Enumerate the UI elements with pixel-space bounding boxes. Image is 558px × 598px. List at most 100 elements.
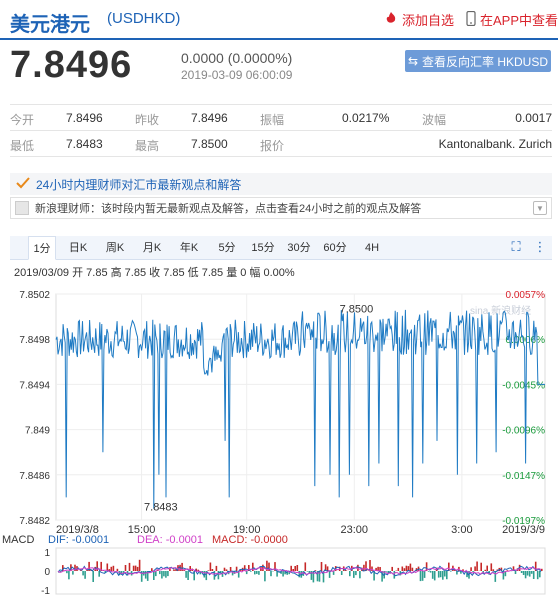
avatar <box>15 201 29 215</box>
amplitude-label: 振幅 <box>260 113 285 127</box>
tab-4h[interactable]: 4H <box>360 236 384 260</box>
macd-bar <box>153 571 155 580</box>
price-chart[interactable]: sina 新浪财经 7.85027.84987.84947.8497.84867… <box>0 284 558 598</box>
macd-bar <box>423 571 426 578</box>
open-in-app-button[interactable]: 在APP中查看 <box>466 10 558 29</box>
pct-tick-label: -0.0147% <box>502 471 545 482</box>
macd-bar <box>526 571 529 576</box>
macd-bar <box>173 569 175 571</box>
macd-bar <box>411 567 414 571</box>
stats-row-1: 今开 7.8496 昨收 7.8496 振幅 0.0217% 波幅 0.0017 <box>10 105 552 131</box>
reverse-rate-label: 查看反向汇率 HKDUSD <box>422 54 549 69</box>
macd-bar <box>262 564 264 571</box>
expand-icon[interactable]: ▼ <box>533 201 547 215</box>
macd-bar <box>270 571 272 577</box>
macd-bar <box>282 571 284 577</box>
reverse-rate-button[interactable]: ⇆ 查看反向汇率 HKDUSD <box>405 50 551 72</box>
macd-bar <box>363 564 365 571</box>
macd-bar <box>357 564 359 571</box>
wave-value: 0.0017 <box>515 111 552 125</box>
tab-30min[interactable]: 30分 <box>286 236 312 260</box>
tab-year[interactable]: 年K <box>177 236 201 260</box>
macd-bar <box>294 566 296 571</box>
macd-bar <box>490 563 493 571</box>
macd-bar <box>92 571 94 582</box>
macd-bar <box>225 569 228 571</box>
add-favorite-button[interactable]: 添加自选 <box>384 10 454 29</box>
macd-bar <box>328 571 331 578</box>
open-label: 今开 <box>10 113 35 127</box>
tab-day[interactable]: 日K <box>66 236 90 260</box>
macd-bar <box>167 571 169 577</box>
wave-label: 波幅 <box>422 113 447 127</box>
macd-dea-value: DEA: -0.0001 <box>137 534 203 546</box>
low-label: 最低 <box>10 139 35 153</box>
macd-bar <box>359 571 361 579</box>
macd-bar <box>355 571 357 576</box>
tab-15min[interactable]: 15分 <box>250 236 276 260</box>
macd-bar <box>72 571 74 575</box>
low-annotation: 7.8483 <box>144 502 178 514</box>
macd-bar <box>320 562 323 571</box>
prev-close-value: 7.8496 <box>191 111 228 125</box>
fullscreen-icon[interactable]: ⛶ <box>508 239 524 255</box>
macd-bar <box>520 571 523 573</box>
macd-bar <box>235 566 238 571</box>
macd-bar <box>256 571 258 574</box>
macd-y-tick-label: 1 <box>44 548 50 559</box>
more-options-icon[interactable]: ⋮ <box>532 239 548 255</box>
macd-bar <box>530 571 533 574</box>
macd-y-tick-label: -1 <box>41 586 50 597</box>
x-axis-ticks: 2019/3/8 15:00 19:00 23:00 3:00 2019/3/9 <box>56 524 545 536</box>
tab-5min[interactable]: 5分 <box>215 236 239 260</box>
quote-source-label: 报价 <box>260 139 285 153</box>
chart-plot-area <box>55 293 546 521</box>
page-title: 美元港元 <box>10 14 90 36</box>
macd-bar <box>128 562 131 571</box>
macd-bar <box>207 570 210 571</box>
macd-bar <box>163 571 165 577</box>
tab-month[interactable]: 月K <box>140 236 164 260</box>
y-axis-ticks: 7.8502 7.8498 7.8494 7.849 7.8486 7.8482 <box>19 290 50 527</box>
trend-check-icon <box>16 176 30 192</box>
macd-bar <box>254 571 256 575</box>
macd-bar <box>514 571 517 574</box>
macd-bar <box>98 571 100 577</box>
macd-bar <box>431 571 434 579</box>
tab-60min[interactable]: 60分 <box>322 236 348 260</box>
macd-bar <box>539 571 541 578</box>
macd-bar <box>486 565 488 571</box>
macd-bar <box>211 569 214 571</box>
open-value: 7.8496 <box>66 111 103 125</box>
macd-macd-value: MACD: -0.0000 <box>212 534 288 546</box>
tab-1min[interactable]: 1分 <box>28 236 56 260</box>
macd-bar <box>187 571 189 580</box>
macd-bar <box>397 567 400 571</box>
macd-bar <box>185 571 187 578</box>
opinions-heading[interactable]: 24小时内理财师对汇市最新观点和解答 <box>10 173 552 195</box>
tab-week[interactable]: 周K <box>103 236 127 260</box>
macd-bar <box>429 571 432 573</box>
x-tick-label: 3:00 <box>451 524 472 536</box>
macd-bar <box>68 571 70 580</box>
macd-y-ticks: 1 0 -1 <box>41 548 50 597</box>
fire-icon <box>384 11 398 28</box>
low-value: 7.8483 <box>66 137 103 151</box>
y-tick-label: 7.849 <box>25 426 50 437</box>
macd-bar <box>484 569 486 571</box>
macd-dif-value: DIF: -0.0001 <box>48 534 109 546</box>
macd-bar <box>134 565 137 571</box>
macd-bar <box>353 571 355 578</box>
high-label: 最高 <box>135 139 160 153</box>
high-value: 7.8500 <box>191 137 228 151</box>
macd-bar <box>258 571 260 575</box>
macd-bar <box>528 571 531 577</box>
opinions-notice[interactable]: 新浪理财师：该时段内暂无最新观点及解答，点击查看24小时之前的观点及解答 ▼ <box>10 197 552 219</box>
macd-bar <box>296 565 299 571</box>
macd-bar <box>492 569 495 571</box>
macd-bar <box>124 565 127 571</box>
chart-info-line: 2019/03/09 开 7.85 高 7.85 收 7.85 低 7.85 量… <box>14 267 295 279</box>
macd-bar <box>229 567 232 571</box>
high-annotation: 7.8500 <box>340 304 374 316</box>
macd-bar <box>136 566 139 571</box>
